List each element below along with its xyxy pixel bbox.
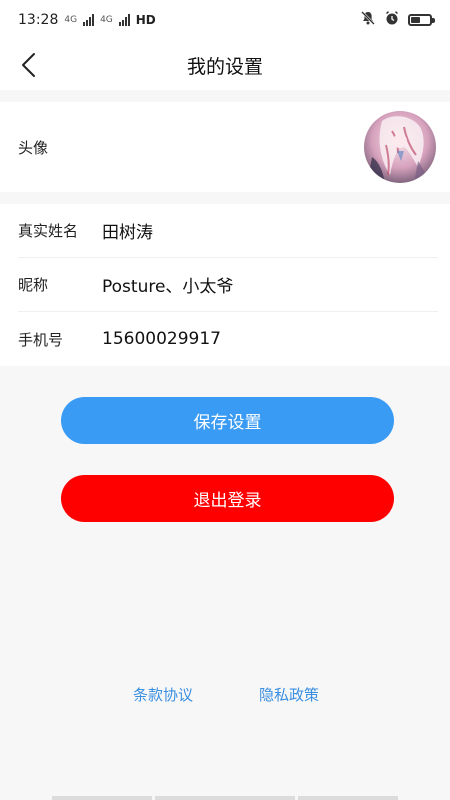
- status-bar: 13:28 4G 4G HD: [0, 0, 450, 40]
- signal-icon: [118, 14, 130, 26]
- field-label: 手机号: [18, 330, 64, 349]
- field-label: 真实姓名: [18, 222, 79, 240]
- signal-icon: [83, 14, 95, 26]
- avatar-row[interactable]: 头像: [0, 102, 450, 192]
- battery-fill: [411, 17, 420, 23]
- nav-hint-segment: [298, 796, 398, 800]
- field-phone[interactable]: 手机号 15600029917: [18, 312, 438, 366]
- footer-links: 条款协议 隐私政策: [0, 684, 450, 708]
- field-value: 田树涛: [102, 223, 153, 243]
- field-real-name[interactable]: 真实姓名 田树涛: [18, 204, 438, 258]
- terms-link[interactable]: 条款协议: [133, 684, 193, 705]
- bottom-nav-hint: [0, 796, 450, 800]
- bell-off-icon: [360, 10, 376, 30]
- page-title: 我的设置: [186, 55, 263, 78]
- profile-info-section: 真实姓名 田树涛 昵称 Posture、小太爷 手机号 15600029917: [0, 204, 450, 366]
- status-time: 13:28: [18, 12, 59, 28]
- chevron-left-icon: [22, 53, 35, 77]
- logout-button[interactable]: 退出登录: [61, 475, 394, 522]
- field-label: 昵称: [18, 276, 49, 294]
- nav-hint-segment: [52, 796, 152, 800]
- network-type-2: 4G: [100, 15, 113, 25]
- save-settings-button[interactable]: 保存设置: [61, 397, 394, 444]
- back-button[interactable]: [12, 48, 46, 82]
- status-left: 13:28 4G 4G HD: [18, 12, 156, 28]
- avatar-label: 头像: [18, 138, 49, 157]
- nav-bar: 我的设置: [0, 40, 450, 90]
- status-right: [360, 10, 435, 30]
- hd-indicator: HD: [135, 13, 156, 27]
- field-value: Posture、小太爷: [102, 277, 234, 297]
- battery-icon: [408, 14, 435, 26]
- nav-hint-segment: [155, 796, 295, 800]
- field-value: 15600029917: [102, 329, 221, 349]
- avatar[interactable]: [364, 111, 436, 183]
- network-type-1: 4G: [64, 15, 78, 25]
- privacy-link[interactable]: 隐私政策: [259, 684, 319, 705]
- field-nickname[interactable]: 昵称 Posture、小太爷: [18, 258, 438, 312]
- alarm-clock-icon: [384, 10, 400, 30]
